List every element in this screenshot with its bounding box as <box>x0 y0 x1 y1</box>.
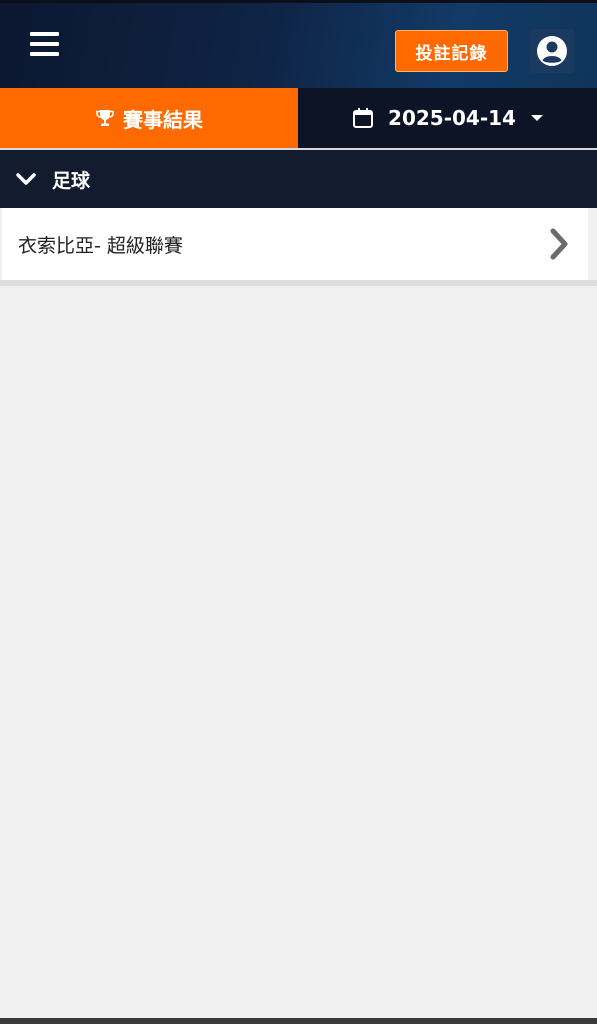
top-header: 投註記錄 <box>0 0 597 88</box>
account-button[interactable] <box>530 29 574 73</box>
sport-section-football[interactable]: 足球 <box>0 150 597 208</box>
tab-results[interactable]: 賽事結果 <box>0 88 298 148</box>
sport-section-label: 足球 <box>52 169 91 192</box>
tab-results-label: 賽事結果 <box>123 107 203 132</box>
calendar-icon <box>352 107 374 129</box>
tab-bar: 賽事結果 2025-04-14 <box>0 88 597 148</box>
user-circle-icon <box>535 34 569 68</box>
hamburger-menu-icon[interactable] <box>26 27 64 61</box>
selected-date: 2025-04-14 <box>388 106 516 130</box>
chevron-down-icon <box>16 172 36 186</box>
row-divider <box>0 280 597 286</box>
app-root: 投註記錄 賽事結果 2025-04-14 足球 衣索比亞- 超級聯賽 <box>0 0 597 1024</box>
caret-down-icon <box>530 113 544 123</box>
league-row[interactable]: 衣索比亞- 超級聯賽 <box>2 208 588 280</box>
chevron-right-icon <box>548 227 570 261</box>
trophy-icon <box>95 108 115 128</box>
date-picker[interactable]: 2025-04-14 <box>299 88 597 148</box>
league-name: 衣索比亞- 超級聯賽 <box>18 234 183 257</box>
bottom-edge-bar <box>0 1018 597 1024</box>
bet-record-button[interactable]: 投註記錄 <box>395 30 508 72</box>
